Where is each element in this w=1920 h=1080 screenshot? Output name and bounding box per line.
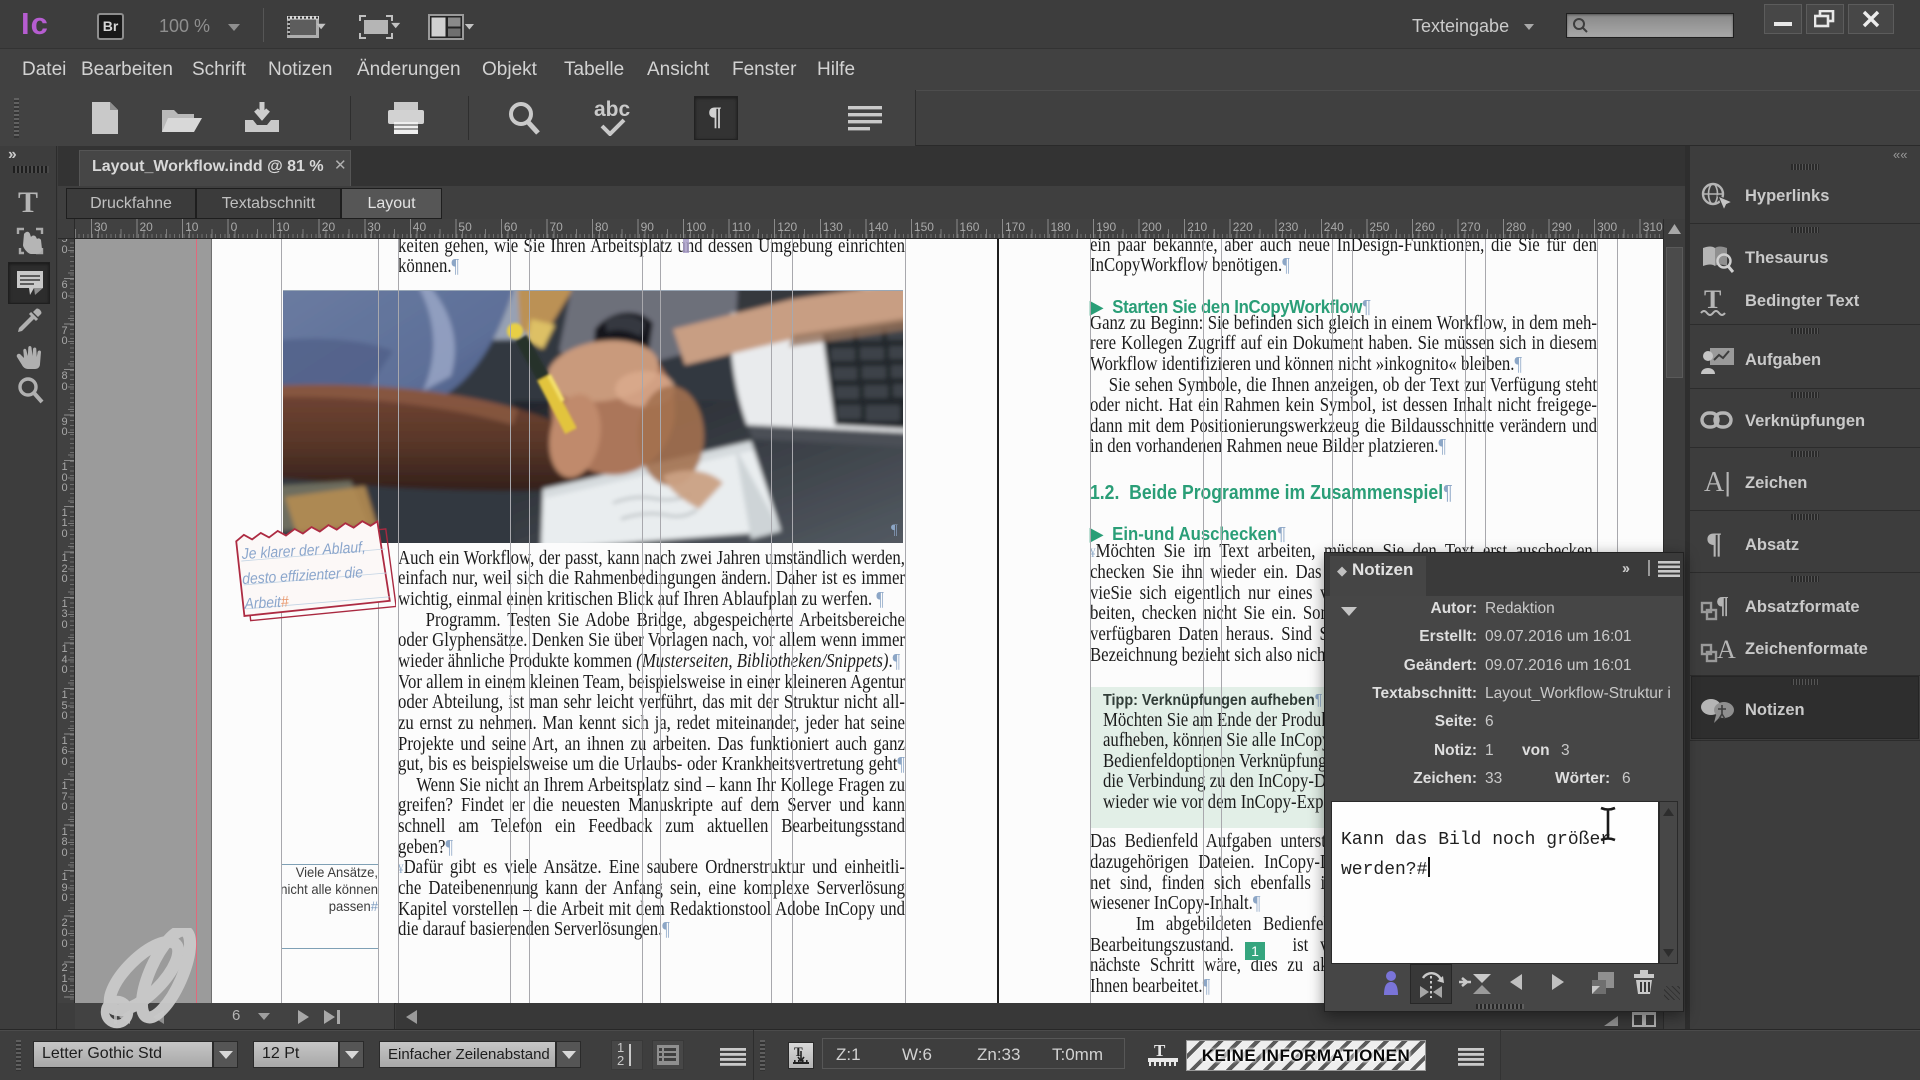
svg-text:A: A: [1717, 635, 1736, 664]
svg-text:Arbeit#: Arbeit#: [243, 594, 290, 613]
svg-text:¶: ¶: [1716, 593, 1729, 619]
